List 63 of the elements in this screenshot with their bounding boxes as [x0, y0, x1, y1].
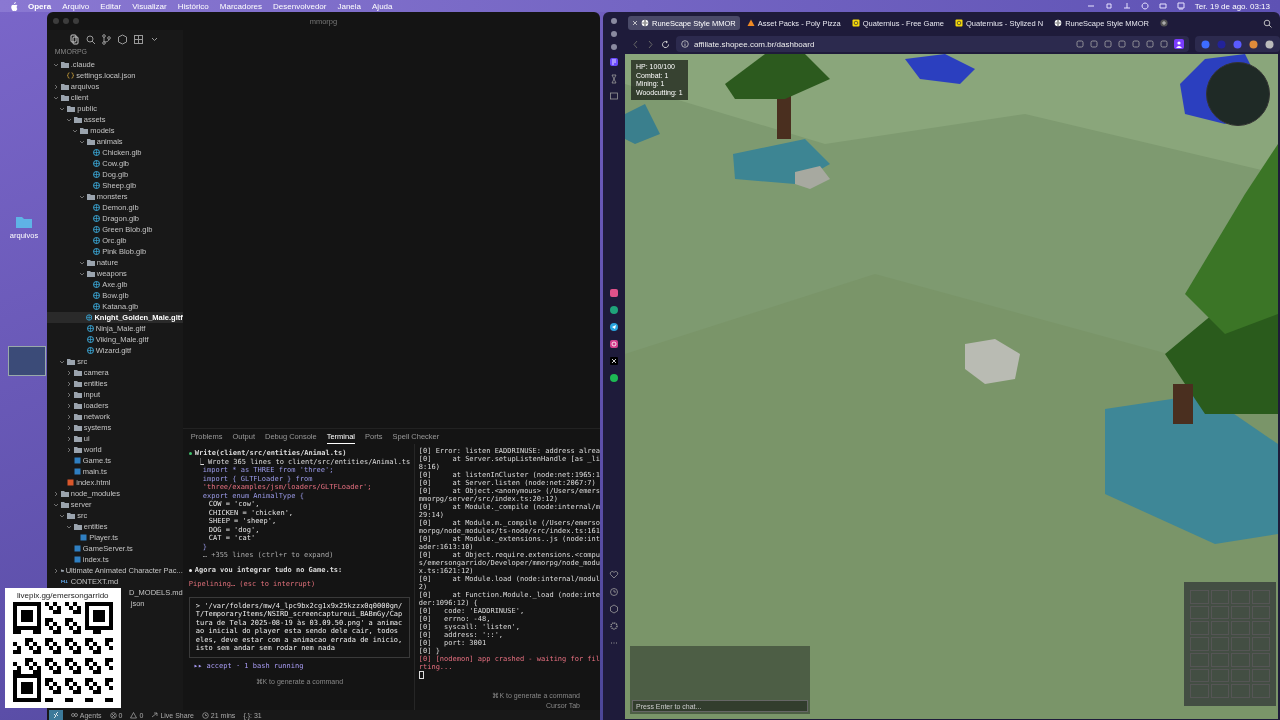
chevron-down-icon — [52, 61, 59, 68]
menu-bar-status-icon — [1122, 2, 1131, 10]
chevron-down-icon — [59, 358, 66, 365]
favicon-icon — [851, 19, 860, 27]
menu-item[interactable]: Janela — [337, 1, 362, 11]
html-file-icon — [67, 479, 75, 486]
menu-item[interactable]: Ajuda — [372, 1, 393, 11]
workspace-icon[interactable] — [609, 57, 619, 67]
chevron-down-icon — [78, 193, 85, 200]
info-icon — [681, 40, 689, 48]
chevron-right-icon — [52, 83, 59, 90]
address-bar[interactable]: affiliate.shopee.com.br/dashboard — [676, 36, 1189, 52]
menu-item[interactable]: Editar — [100, 1, 122, 11]
plus-icon — [1159, 19, 1168, 27]
window-control-button[interactable] — [611, 31, 617, 37]
back-icon[interactable] — [631, 39, 640, 49]
favicon-icon — [1054, 19, 1063, 27]
menu-item[interactable]: Marcadores — [219, 1, 263, 11]
music-icon[interactable] — [609, 373, 619, 383]
braces-icon — [67, 72, 75, 79]
folder-icon — [60, 61, 69, 68]
markdown-file-icon — [60, 578, 69, 585]
panel-icon[interactable] — [609, 91, 619, 101]
apple-logo-icon — [10, 1, 18, 11]
menu-bar-status-icon — [1176, 2, 1185, 10]
menu-item[interactable]: Visualizar — [132, 1, 167, 11]
hourglass-icon[interactable] — [609, 74, 619, 84]
x-logo-icon[interactable] — [609, 356, 619, 366]
folder-icon — [15, 215, 33, 229]
forward-icon[interactable] — [646, 39, 655, 49]
reload-icon[interactable] — [661, 39, 670, 49]
window-control-button[interactable] — [611, 18, 617, 24]
heart-icon[interactable] — [609, 570, 619, 580]
overlay-url: livepix.gg/emersongarrido — [16, 591, 109, 600]
favicon-icon — [641, 19, 649, 27]
menu-bar-clock[interactable]: Ter. 19 de ago. 03:13 — [1194, 1, 1270, 11]
settings-icon[interactable] — [609, 621, 619, 631]
send-icon[interactable] — [609, 322, 619, 332]
warning-icon — [130, 711, 138, 719]
source-control-icon[interactable] — [100, 34, 112, 45]
clock-icon — [201, 711, 209, 719]
chevron-right-icon — [52, 490, 59, 497]
remote-icon — [52, 712, 59, 718]
folder-icon — [60, 567, 64, 574]
menu-item[interactable]: Histórico — [177, 1, 209, 11]
close-icon — [632, 20, 638, 26]
explorer-icon[interactable] — [68, 34, 80, 45]
favicon-icon — [955, 19, 964, 27]
terminal-cursor — [418, 671, 424, 679]
clock-icon[interactable] — [609, 587, 619, 597]
menu-item[interactable]: Desenvolvedor — [273, 1, 327, 11]
window-control-button[interactable] — [611, 44, 617, 50]
folder-icon — [86, 193, 95, 200]
new-tab-button[interactable] — [1159, 19, 1168, 27]
remote-button[interactable] — [48, 710, 63, 720]
profile-icon — [1174, 39, 1184, 49]
screenshot-thumbnail[interactable] — [8, 346, 46, 376]
favicon-icon — [746, 19, 755, 27]
chevron-right-icon — [52, 567, 59, 574]
agents-icon — [70, 711, 78, 719]
app-menu[interactable]: Opera — [28, 1, 52, 11]
error-icon — [109, 711, 117, 719]
menu-item[interactable]: Arquivo — [62, 1, 90, 11]
